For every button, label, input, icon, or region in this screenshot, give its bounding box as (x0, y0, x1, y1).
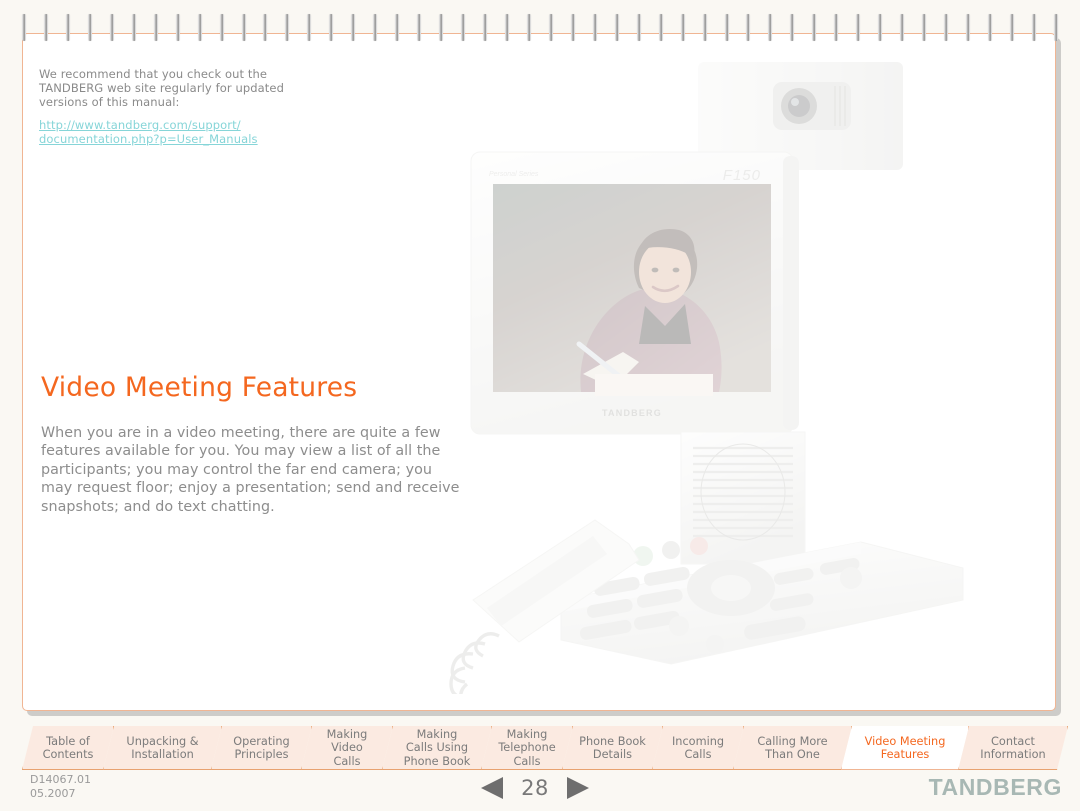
chapter-tab[interactable]: Making Video Calls (301, 726, 393, 770)
manual-update-note: We recommend that you check out the TAND… (39, 67, 289, 146)
svg-text:F150: F150 (723, 167, 761, 184)
note-line: TANDBERG web site regularly for updated (39, 81, 284, 96)
previous-page-button[interactable] (481, 777, 504, 799)
chapter-tab[interactable]: Incoming Calls (652, 726, 744, 770)
note-line: We recommend that you check out the (39, 67, 268, 81)
chapter-tab[interactable]: Contact Information (958, 726, 1068, 770)
chapter-tab-label: Table of Contents (42, 734, 94, 761)
handset (449, 519, 640, 694)
link-line: documentation.php?p=User_Manuals (39, 131, 258, 146)
chapter-tab-label: Contact Information (980, 734, 1046, 761)
body-line: may request floor; enjoy a presentation;… (41, 480, 460, 497)
product-photo-videophone: TANDBERG Personal Series F150 (449, 62, 964, 694)
link-line: http://www.tandberg.com/support/ (39, 117, 241, 132)
body-line: participants; you may control the far en… (41, 461, 433, 478)
svg-text:TANDBERG: TANDBERG (602, 408, 662, 418)
body-line: snapshots; and do text chatting. (41, 498, 275, 515)
camera-head (698, 62, 903, 170)
chapter-tab-label: Making Video Calls (326, 727, 368, 768)
tandberg-logo: TANDBERG (928, 774, 1062, 800)
chapter-tab[interactable]: Operating Principles (211, 726, 312, 770)
chapter-tab-label: Making Calls Using Phone Book (403, 727, 471, 768)
tandberg-support-link[interactable]: http://www.tandberg.com/support/ documen… (39, 118, 289, 146)
doc-id-date: 05.2007 (30, 787, 76, 800)
chapter-tab[interactable]: Phone Book Details (562, 726, 663, 770)
body-paragraph: When you are in a video meeting, there a… (41, 424, 461, 516)
page-navigation: 28 (455, 772, 615, 804)
note-line: versions of this manual: (39, 95, 180, 110)
page-number: 28 (521, 776, 549, 800)
chapter-tab-label: Phone Book Details (579, 734, 646, 761)
chapter-tab[interactable]: Unpacking & Installation (103, 726, 222, 770)
chapter-tab[interactable]: Video Meeting Features (841, 726, 969, 770)
next-page-button[interactable] (566, 777, 589, 799)
page-sheet: TANDBERG Personal Series F150 We recomme… (22, 33, 1056, 711)
chapter-tab-label: Calling More Than One (757, 734, 828, 761)
doc-id-number: D14067.01 (30, 773, 91, 786)
chapter-tab[interactable]: Table of Contents (22, 726, 114, 770)
document-id: D14067.01 05.2007 (30, 773, 91, 801)
chapter-tab[interactable]: Calling More Than One (733, 726, 852, 770)
speaker-column (680, 431, 806, 565)
chapter-tab-label: Making Telephone Calls (498, 727, 556, 768)
chapter-tab[interactable]: Making Calls Using Phone Book (382, 726, 492, 770)
chapter-tab-strip: Table of Contents Unpacking & Installatio… (22, 726, 1056, 770)
page-title: Video Meeting Features (41, 372, 358, 403)
chapter-tab-label: Video Meeting Features (864, 734, 946, 761)
chapter-tab-label: Unpacking & Installation (126, 734, 199, 761)
monitor: TANDBERG Personal Series F150 (470, 151, 799, 494)
svg-text:Personal Series: Personal Series (489, 171, 539, 178)
body-line: features available for you. You may view… (41, 443, 441, 460)
chapter-tab[interactable]: Making Telephone Calls (481, 726, 573, 770)
body-line: When you are in a video meeting, there a… (41, 425, 441, 441)
manual-page-viewer: TANDBERG Personal Series F150 We recomme… (0, 0, 1080, 811)
chapter-tab-label: Incoming Calls (671, 734, 725, 761)
coiled-cord (449, 632, 500, 694)
phone-base-keypad (560, 537, 964, 665)
chapter-tab-label: Operating Principles (233, 734, 290, 761)
screen-content-person (576, 228, 722, 396)
